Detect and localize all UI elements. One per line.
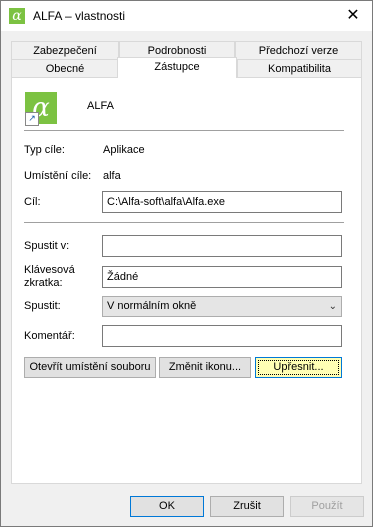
start-in-label: Spustit v: <box>24 240 70 252</box>
run-select[interactable]: V normálním okně ⌄ <box>102 296 342 317</box>
shortcut-name: ALFA <box>87 100 114 112</box>
tab-shortcut[interactable]: Zástupce <box>117 57 237 78</box>
target-location-label: Umístění cíle: <box>24 170 92 182</box>
target-input[interactable]: C:\Alfa-soft\alfa\Alfa.exe <box>102 191 342 213</box>
apply-button[interactable]: Použít <box>290 496 364 517</box>
chevron-down-icon: ⌄ <box>328 301 337 312</box>
target-type-label: Typ cíle: <box>24 144 65 156</box>
tab-compatibility[interactable]: Kompatibilita <box>237 59 362 77</box>
properties-dialog: α ALFA – vlastnosti ✕ Zabezpečení Podrob… <box>0 0 373 527</box>
hotkey-input[interactable]: Žádné <box>102 266 342 288</box>
window-title: ALFA – vlastnosti <box>33 9 126 23</box>
run-select-value: V normálním okně <box>107 300 197 312</box>
change-icon-button[interactable]: Změnit ikonu... <box>159 357 251 378</box>
advanced-button[interactable]: Upřesnit... <box>255 357 342 378</box>
tab-security[interactable]: Zabezpečení <box>11 41 119 59</box>
close-icon[interactable]: ✕ <box>341 5 365 27</box>
tab-previous-versions[interactable]: Předchozí verze <box>235 41 362 59</box>
hotkey-label-line2: zkratka: <box>24 277 63 289</box>
comment-input[interactable] <box>102 325 342 347</box>
tab-general[interactable]: Obecné <box>11 59 119 77</box>
shortcut-panel: α ↗ ALFA Typ cíle: Aplikace Umístění cíl… <box>11 77 362 484</box>
cancel-button[interactable]: Zrušit <box>210 496 284 517</box>
ok-button[interactable]: OK <box>130 496 204 517</box>
separator <box>24 130 344 131</box>
app-icon: α <box>9 8 25 24</box>
separator <box>24 222 344 223</box>
comment-label: Komentář: <box>24 330 75 342</box>
run-label: Spustit: <box>24 300 61 312</box>
shortcut-arrow-icon: ↗ <box>25 112 39 126</box>
title-bar: α ALFA – vlastnosti ✕ <box>1 1 372 31</box>
target-label: Cíl: <box>24 196 41 208</box>
target-type-value: Aplikace <box>103 144 145 156</box>
hotkey-label-line1: Klávesová <box>24 264 75 276</box>
target-location-value: alfa <box>103 170 121 182</box>
start-in-input[interactable] <box>102 235 342 257</box>
open-file-location-button[interactable]: Otevřít umístění souboru <box>24 357 156 378</box>
